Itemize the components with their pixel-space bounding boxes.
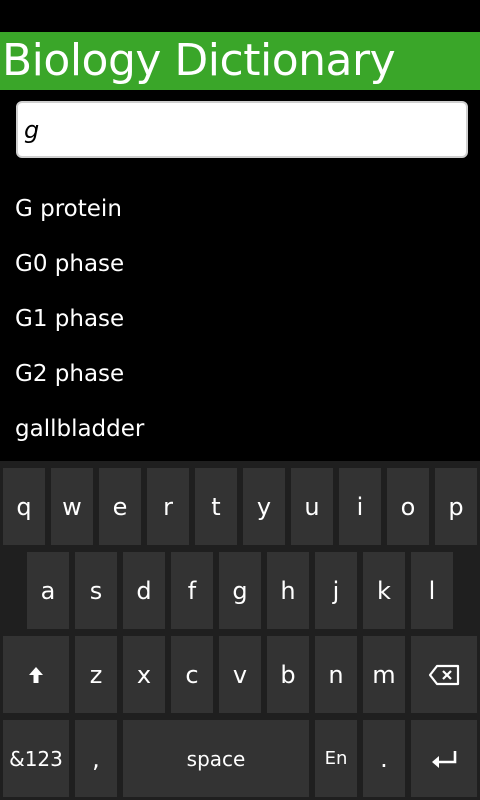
key-j[interactable]: j [315, 552, 357, 629]
key-z[interactable]: z [75, 636, 117, 713]
key-r[interactable]: r [147, 468, 189, 545]
key-o[interactable]: o [387, 468, 429, 545]
key-y[interactable]: y [243, 468, 285, 545]
key-k[interactable]: k [363, 552, 405, 629]
on-screen-keyboard: q w e r t y u i o p a s d f g h j k l z … [0, 461, 480, 800]
space-key[interactable]: space [123, 720, 309, 797]
shift-arrow-icon [28, 666, 44, 684]
symbols-key[interactable]: &123 [3, 720, 69, 797]
key-t[interactable]: t [195, 468, 237, 545]
results-list: G protein G0 phase G1 phase G2 phase gal… [0, 182, 480, 457]
enter-key[interactable] [411, 720, 477, 797]
language-key[interactable]: En [315, 720, 357, 797]
search-input[interactable] [24, 109, 454, 151]
comma-key[interactable]: , [75, 720, 117, 797]
key-f[interactable]: f [171, 552, 213, 629]
key-q[interactable]: q [3, 468, 45, 545]
backspace-key[interactable] [411, 636, 477, 713]
key-c[interactable]: c [171, 636, 213, 713]
key-v[interactable]: v [219, 636, 261, 713]
enter-icon [430, 749, 458, 769]
key-d[interactable]: d [123, 552, 165, 629]
result-item[interactable]: G protein [0, 182, 480, 237]
key-l[interactable]: l [411, 552, 453, 629]
key-h[interactable]: h [267, 552, 309, 629]
result-item[interactable]: G0 phase [0, 237, 480, 292]
key-m[interactable]: m [363, 636, 405, 713]
app-title: Biology Dictionary [2, 35, 396, 86]
key-b[interactable]: b [267, 636, 309, 713]
key-s[interactable]: s [75, 552, 117, 629]
key-n[interactable]: n [315, 636, 357, 713]
key-x[interactable]: x [123, 636, 165, 713]
key-i[interactable]: i [339, 468, 381, 545]
result-item[interactable]: G2 phase [0, 347, 480, 402]
key-p[interactable]: p [435, 468, 477, 545]
result-item[interactable]: gallbladder [0, 402, 480, 457]
key-u[interactable]: u [291, 468, 333, 545]
backspace-icon [428, 664, 460, 686]
search-box[interactable] [16, 101, 468, 158]
result-item[interactable]: G1 phase [0, 292, 480, 347]
key-a[interactable]: a [27, 552, 69, 629]
key-e[interactable]: e [99, 468, 141, 545]
shift-key[interactable] [3, 636, 69, 713]
title-bar: Biology Dictionary [0, 32, 480, 90]
status-bar [0, 0, 480, 32]
period-key[interactable]: . [363, 720, 405, 797]
key-w[interactable]: w [51, 468, 93, 545]
key-g[interactable]: g [219, 552, 261, 629]
